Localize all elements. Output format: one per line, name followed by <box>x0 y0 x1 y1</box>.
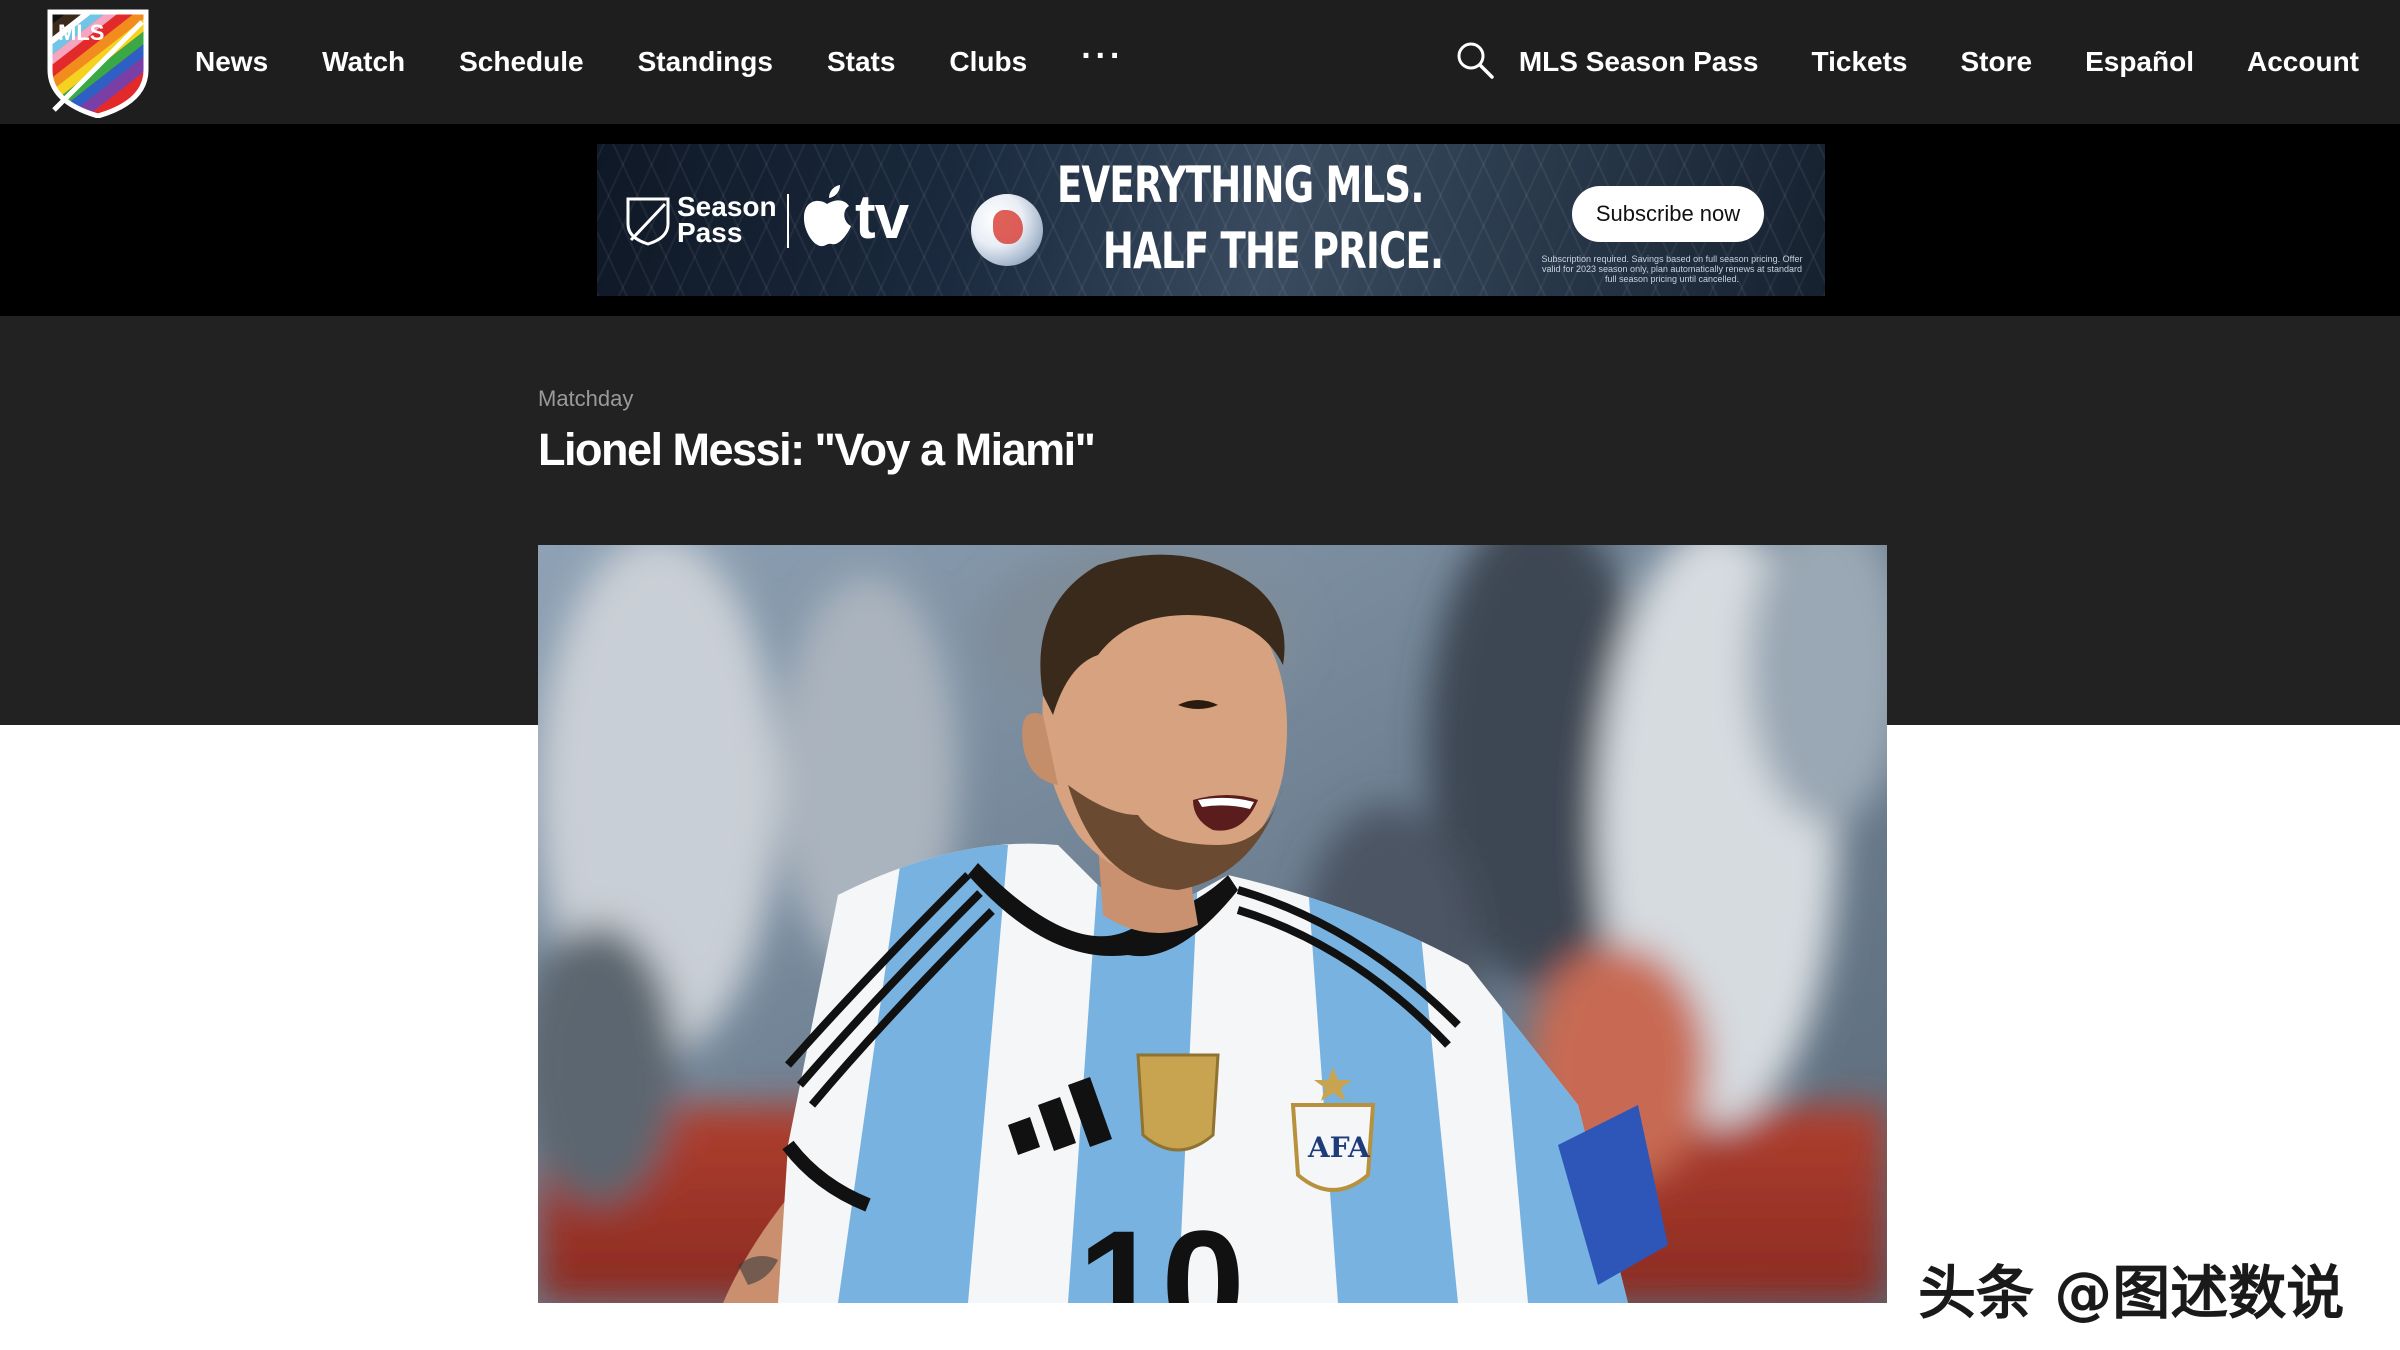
ad-divider <box>787 194 789 248</box>
ad-fine-print: Subscription required. Savings based on … <box>1541 254 1803 284</box>
nav-link-news[interactable]: News <box>195 46 268 78</box>
mls-pride-logo-icon[interactable]: MLS <box>42 6 154 118</box>
primary-nav: News Watch Schedule Standings Stats Club… <box>195 0 1124 124</box>
season-pass-wordmark: Season Pass <box>677 193 777 248</box>
season-pass-line2: Pass <box>677 217 743 248</box>
nav-link-store[interactable]: Store <box>1961 46 2033 78</box>
mls-shield-icon <box>626 197 670 246</box>
more-menu-button[interactable]: ··· <box>1081 37 1124 76</box>
subscribe-now-button[interactable]: Subscribe now <box>1572 186 1764 242</box>
article-title: Lionel Messi: "Voy a Miami" <box>538 424 1096 475</box>
nav-link-standings[interactable]: Standings <box>638 46 773 78</box>
ad-headline: EVERYTHING MLS. HALF THE PRICE. <box>1057 152 1444 284</box>
hero-photo-illustration: AFA 10 <box>538 545 1887 1303</box>
season-pass-ad-banner[interactable]: Season Pass tv EVERYTHING MLS. HALF THE … <box>597 144 1825 296</box>
search-icon[interactable] <box>1455 40 1495 80</box>
crest-text: AFA <box>1307 1131 1371 1164</box>
nav-link-clubs[interactable]: Clubs <box>949 46 1027 78</box>
logo-text: MLS <box>58 20 104 45</box>
ad-band: Season Pass tv EVERYTHING MLS. HALF THE … <box>0 124 2400 316</box>
watermark-text: 头条 @图述数说 <box>1918 1259 2345 1327</box>
nav-link-watch[interactable]: Watch <box>322 46 405 78</box>
nav-link-account[interactable]: Account <box>2247 46 2359 78</box>
nav-link-schedule[interactable]: Schedule <box>459 46 583 78</box>
nav-link-tickets[interactable]: Tickets <box>1812 46 1908 78</box>
article-category[interactable]: Matchday <box>538 386 633 412</box>
top-nav: MLS News Watch Schedule Standings Stats … <box>0 0 2400 124</box>
jersey-number: 10 <box>1078 1199 1245 1303</box>
nav-link-espanol[interactable]: Español <box>2085 46 2194 78</box>
nav-link-stats[interactable]: Stats <box>827 46 895 78</box>
apple-tv-wordmark: tv <box>855 183 909 252</box>
ad-headline-line2: HALF THE PRICE. <box>1102 222 1444 280</box>
ad-headline-line1: EVERYTHING MLS. <box>1057 156 1424 214</box>
nav-link-season-pass[interactable]: MLS Season Pass <box>1519 46 1759 78</box>
secondary-nav: MLS Season Pass Tickets Store Español Ac… <box>1519 0 2359 124</box>
apple-logo-icon <box>803 185 851 247</box>
soccer-ball-graphic <box>971 194 1043 266</box>
champion-badge <box>1136 1053 1220 1152</box>
hero-image: AFA 10 <box>538 545 1887 1303</box>
